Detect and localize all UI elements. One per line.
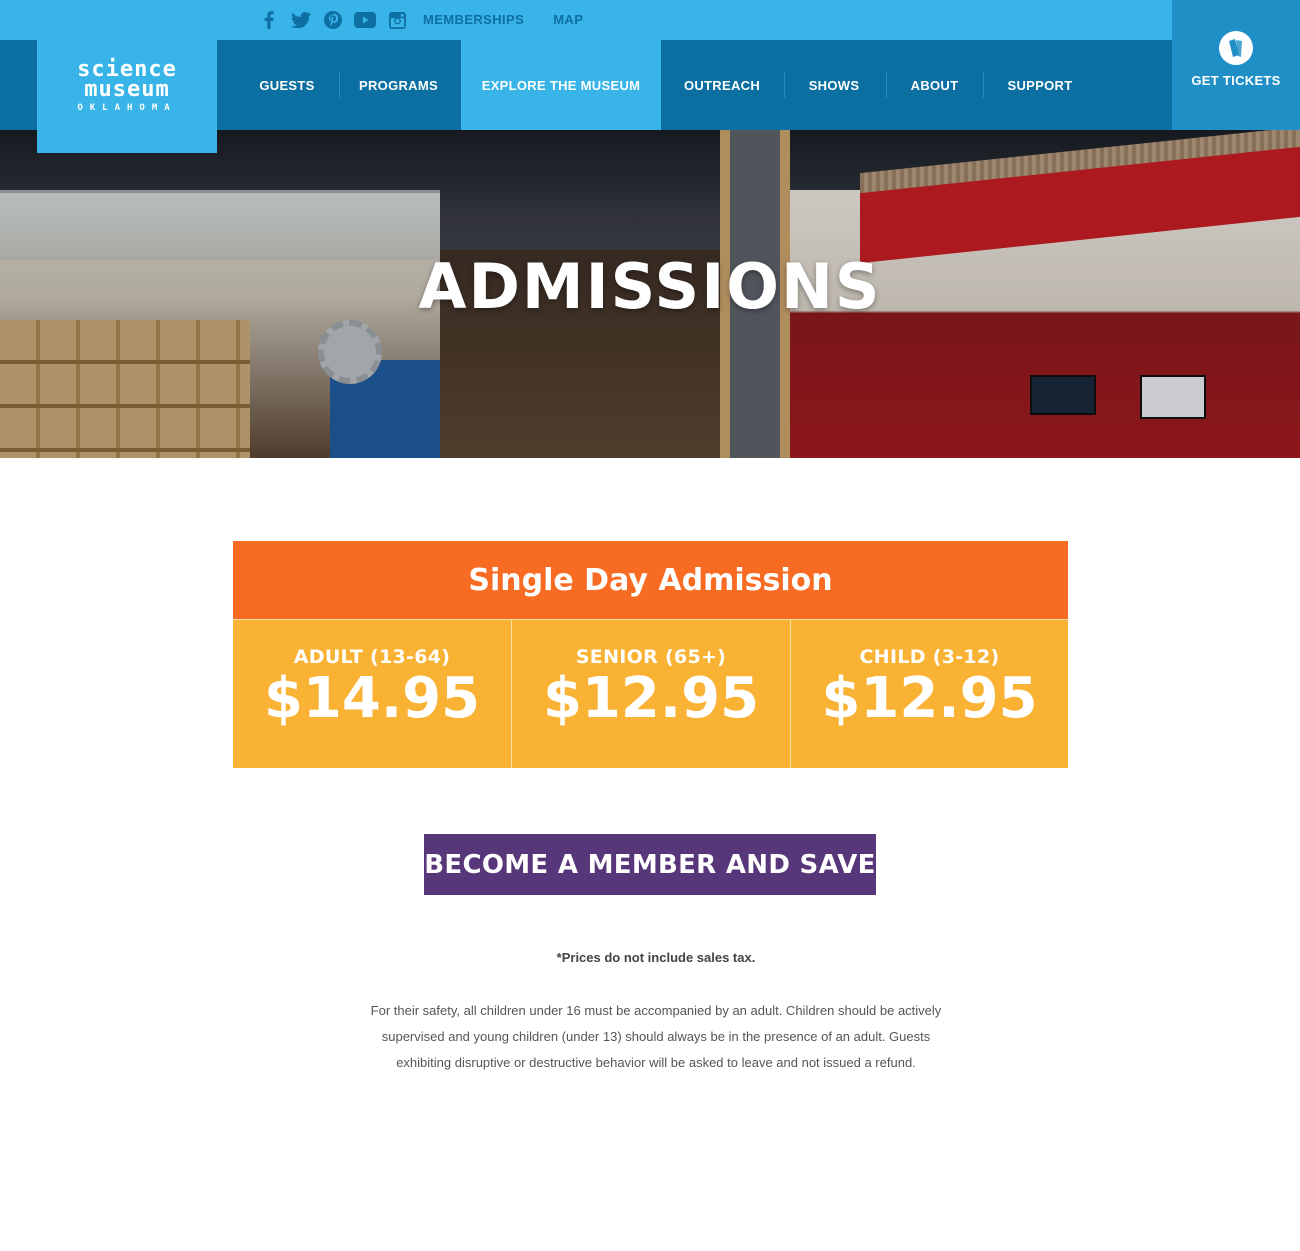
price-tier-child: CHILD (3-12) $12.95	[791, 619, 1068, 768]
admission-pricing: Single Day Admission ADULT (13-64) $14.9…	[233, 541, 1068, 768]
price-tier-value: $12.95	[542, 666, 760, 731]
pricing-header: Single Day Admission	[233, 541, 1068, 619]
nav-divider	[886, 72, 887, 98]
nav-item-support[interactable]: SUPPORT	[985, 40, 1095, 130]
ticket-icon	[1219, 30, 1253, 65]
price-tier-label: ADULT (13-64)	[293, 646, 451, 668]
price-tier-label: CHILD (3-12)	[859, 646, 1000, 668]
become-member-button[interactable]: BECOME A MEMBER AND SAVE	[424, 834, 876, 895]
nav-divider	[983, 72, 984, 98]
museum-logo[interactable]: science museum OKLAHOMA	[37, 40, 217, 153]
facebook-icon[interactable]	[258, 10, 280, 30]
pricing-title: Single Day Admission	[468, 562, 833, 598]
top-links: MEMBERSHIPS MAP	[423, 12, 583, 27]
price-tier-value: $14.95	[263, 666, 481, 731]
pinterest-icon[interactable]	[322, 10, 344, 30]
logo-notch	[194, 130, 217, 153]
price-tier-senior: SENIOR (65+) $12.95	[512, 619, 791, 768]
social-links	[258, 10, 408, 30]
nav-item-guests[interactable]: GUESTS	[237, 40, 337, 130]
nav-item-explore-the-museum[interactable]: EXPLORE THE MUSEUM	[461, 40, 661, 130]
logo-text-museum: museum	[84, 77, 170, 102]
nav-item-shows[interactable]: SHOWS	[786, 40, 882, 130]
youtube-icon[interactable]	[354, 10, 376, 30]
price-tier-adult: ADULT (13-64) $14.95	[233, 619, 512, 768]
nav-item-programs[interactable]: PROGRAMS	[341, 40, 456, 130]
pricing-row: ADULT (13-64) $14.95 SENIOR (65+) $12.95…	[233, 619, 1068, 768]
nav-item-about[interactable]: ABOUT	[888, 40, 981, 130]
top-utility-bar: MEMBERSHIPS MAP	[0, 0, 1172, 40]
get-tickets-button[interactable]: GET TICKETS	[1172, 0, 1300, 130]
instagram-icon[interactable]	[386, 10, 408, 30]
twitter-icon[interactable]	[290, 10, 312, 30]
become-member-label: BECOME A MEMBER AND SAVE	[424, 849, 876, 880]
nav-item-outreach[interactable]: OUTREACH	[666, 40, 778, 130]
hero-banner: ADMISSIONS	[0, 130, 1300, 458]
price-tier-label: SENIOR (65+)	[575, 646, 727, 668]
page-title: ADMISSIONS	[418, 250, 882, 323]
get-tickets-label: GET TICKETS	[1191, 72, 1281, 88]
logo-text-oklahoma: OKLAHOMA	[77, 103, 177, 113]
memberships-link[interactable]: MEMBERSHIPS	[423, 12, 524, 27]
nav-divider	[339, 72, 340, 98]
map-link[interactable]: MAP	[553, 12, 583, 27]
price-tier-value: $12.95	[821, 666, 1038, 731]
safety-policy-text: For their safety, all children under 16 …	[370, 1003, 942, 1070]
tax-note: *Prices do not include sales tax.	[556, 950, 756, 965]
nav-divider	[784, 72, 785, 98]
